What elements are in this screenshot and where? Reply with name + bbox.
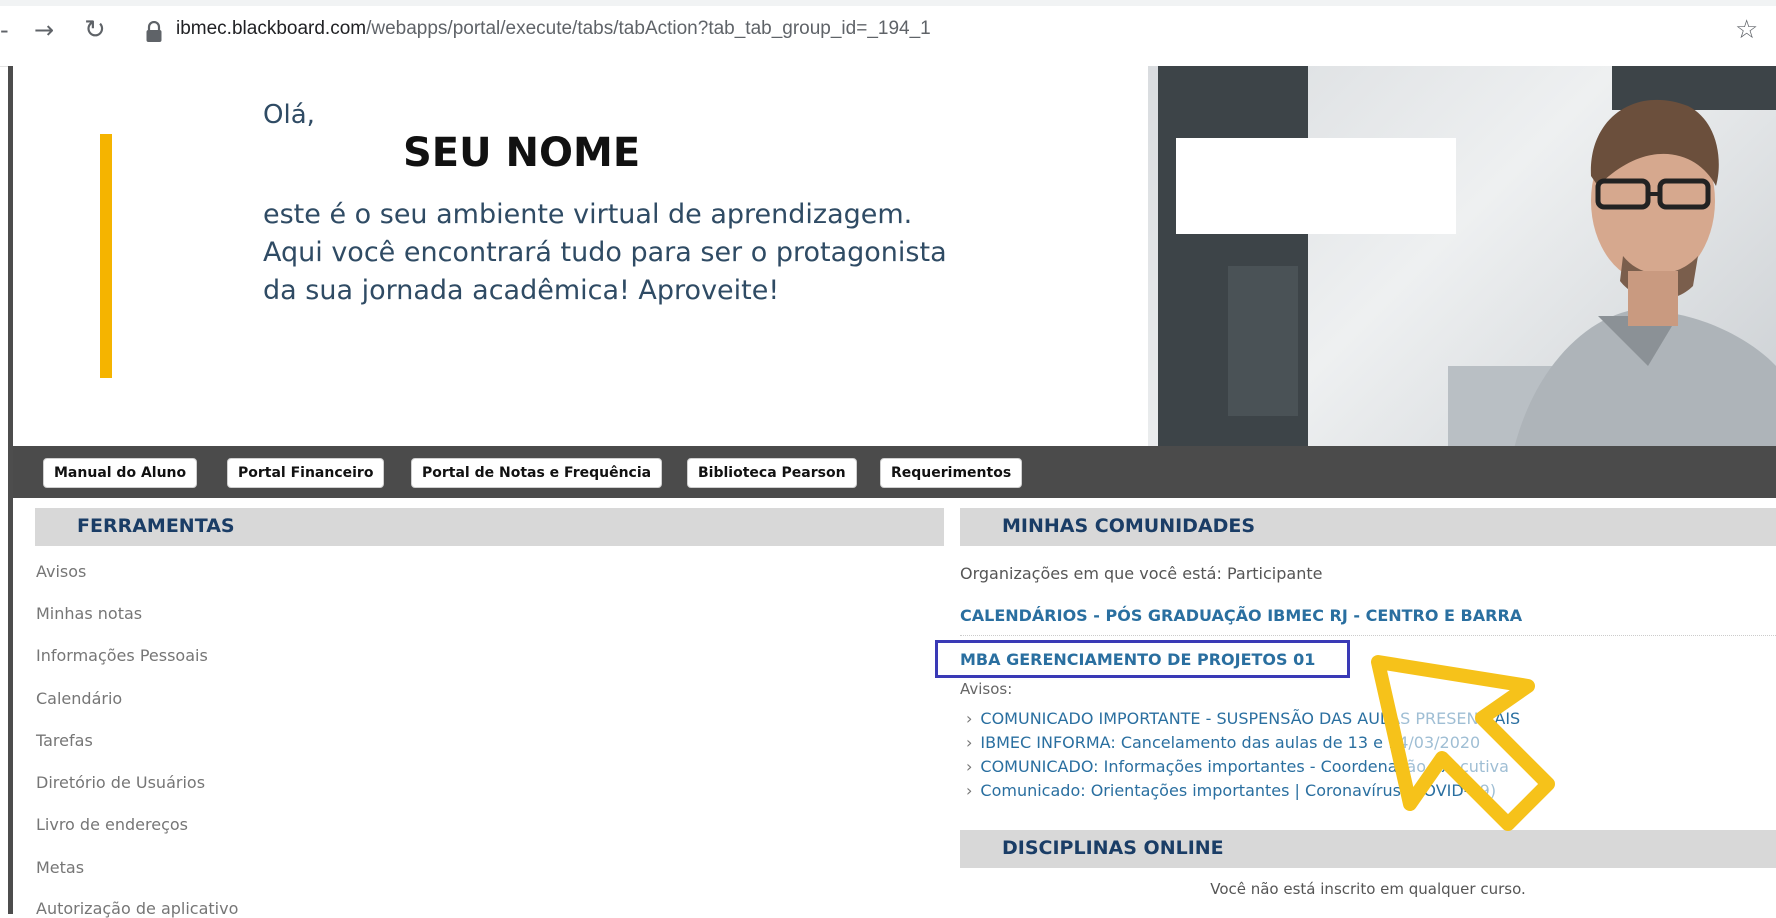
intro-line: este é o seu ambiente virtual de aprendi… xyxy=(263,199,913,230)
tab-strip xyxy=(0,0,1776,6)
lock-icon[interactable] xyxy=(145,21,163,43)
intro-line: Aqui você encontrará tudo para ser o pro… xyxy=(263,237,947,268)
manual-do-aluno-link[interactable]: Manual do Aluno xyxy=(43,458,198,488)
banner-photo xyxy=(1148,66,1776,482)
student-name: SEU NOME xyxy=(403,130,641,176)
tool-link-livro-enderecos[interactable]: Livro de endereços xyxy=(36,815,188,834)
community-divider xyxy=(960,635,1776,636)
photo-frame-shape xyxy=(1176,138,1456,234)
greeting-text: Olá, xyxy=(263,100,315,130)
tool-link-diretorio-usuarios[interactable]: Diretório de Usuários xyxy=(36,773,205,792)
portal-financeiro-link[interactable]: Portal Financeiro xyxy=(227,458,385,488)
address-bar[interactable]: ibmec.blackboard.com/webapps/portal/exec… xyxy=(176,18,931,40)
tools-title: FERRAMENTAS xyxy=(77,515,235,537)
photo-frame-shape xyxy=(1228,266,1298,416)
tool-link-informacoes-pessoais[interactable]: Informações Pessoais xyxy=(36,646,208,665)
community-link-calendarios[interactable]: CALENDÁRIOS - PÓS GRADUAÇÃO IBMEC RJ - C… xyxy=(960,606,1522,625)
star-icon[interactable]: ☆ xyxy=(1735,15,1758,45)
tools-header: FERRAMENTAS xyxy=(35,508,944,546)
communities-title: MINHAS COMUNIDADES xyxy=(1002,515,1256,537)
portal-notas-frequencia-link[interactable]: Portal de Notas e Frequência xyxy=(411,458,663,488)
organizations-summary: Organizações em que você está: Participa… xyxy=(960,564,1323,583)
tool-link-metas[interactable]: Metas xyxy=(36,858,84,877)
tool-link-avisos[interactable]: Avisos xyxy=(36,562,86,581)
communities-header: MINHAS COMUNIDADES xyxy=(960,508,1776,546)
browser-toolbar: - → ↻ ibmec.blackboard.com/webapps/porta… xyxy=(0,0,1776,67)
online-courses-header: DISCIPLINAS ONLINE xyxy=(960,830,1776,868)
intro-line: da sua jornada acadêmica! Aproveite! xyxy=(263,275,780,306)
reload-icon[interactable]: ↻ xyxy=(84,16,106,44)
intro-text: este é o seu ambiente virtual de aprendi… xyxy=(263,196,947,310)
welcome-banner: Olá, SEU NOME este é o seu ambiente virt… xyxy=(13,66,1776,482)
biblioteca-pearson-link[interactable]: Biblioteca Pearson xyxy=(687,458,857,488)
url-host: ibmec.blackboard.com xyxy=(176,18,367,39)
accent-bar xyxy=(100,134,112,378)
forward-icon[interactable]: → xyxy=(34,16,54,44)
no-courses-message: Você não está inscrito em qualquer curso… xyxy=(1210,880,1526,898)
chevron-right-icon: › xyxy=(966,733,973,752)
notices-label: Avisos: xyxy=(960,680,1013,698)
tool-link-minhas-notas[interactable]: Minhas notas xyxy=(36,604,142,623)
tool-link-tarefas[interactable]: Tarefas xyxy=(36,731,93,750)
student-photo-image xyxy=(1448,99,1776,482)
online-courses-title: DISCIPLINAS ONLINE xyxy=(1002,837,1224,859)
tool-link-calendario[interactable]: Calendário xyxy=(36,689,122,708)
quick-links-bar: Manual do Aluno Portal Financeiro Portal… xyxy=(13,446,1776,498)
chevron-right-icon: › xyxy=(966,709,973,728)
back-icon[interactable]: - xyxy=(0,16,9,44)
url-path: /webapps/portal/execute/tabs/tabAction?t… xyxy=(366,18,931,39)
tool-link-autorizacao-aplicativo[interactable]: Autorização de aplicativo xyxy=(36,899,238,918)
chevron-right-icon: › xyxy=(966,757,973,776)
requerimentos-link[interactable]: Requerimentos xyxy=(880,458,1023,488)
pointer-cursor-icon xyxy=(1371,655,1555,831)
highlight-annotation-box xyxy=(935,640,1350,678)
chevron-right-icon: › xyxy=(966,781,973,800)
